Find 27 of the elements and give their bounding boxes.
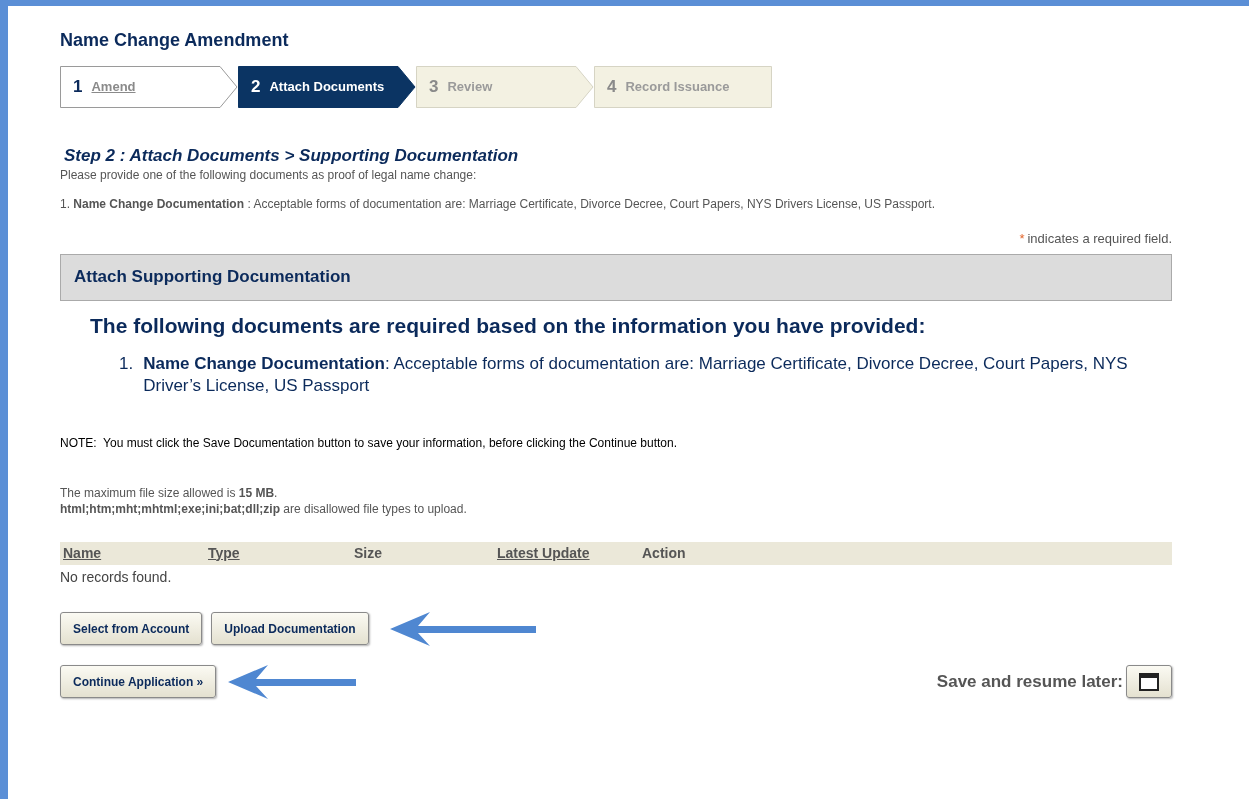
- column-header[interactable]: Latest Update: [497, 544, 590, 561]
- note-text: NOTE: You must click the Save Documentation button to save your information, before clicking the Continue button.: [60, 434, 678, 452]
- step-heading: Step 2 : Attach Documents > Supporting Documentation: [64, 146, 520, 166]
- page-title: Name Change Amendment: [60, 29, 290, 51]
- list-number: 1.: [119, 352, 134, 375]
- disallowed-types-text: html;htm;mht;mhtml;exe;ini;bat;dll;zip are disallowed file types to upload.: [60, 500, 468, 517]
- required-note: indicates a required field.: [1027, 230, 1172, 248]
- continue-button[interactable]: Continue Application »: [60, 665, 217, 698]
- column-header: Action: [642, 544, 686, 561]
- required-heading: The following documents are required based on the information you have provided:: [90, 312, 927, 339]
- step-tab[interactable]: 1 Amend: [60, 66, 238, 108]
- column-header[interactable]: Name: [63, 544, 102, 561]
- required-asterisk: *: [1019, 230, 1025, 248]
- button[interactable]: Select from Account: [60, 612, 203, 645]
- empty-table-text: No records found.: [60, 567, 173, 587]
- save-label: Save and resume later:: [936, 670, 1123, 693]
- intro-text: Please provide one of the following documents as proof of legal name change:: [60, 167, 478, 183]
- step-tab[interactable]: 2 Attach Documents: [238, 66, 416, 108]
- section-header: Attach Supporting Documentation: [60, 253, 1172, 301]
- document-requirement: Name Change Documentation: Acceptable forms of documentation are: Marriage Certificate, Divorce Decree, Court Papers, NYS Driver’s License, US Passport: [143, 352, 1129, 397]
- button[interactable]: Upload Documentation: [211, 612, 369, 645]
- column-header[interactable]: Type: [208, 544, 240, 561]
- column-header: Size: [354, 544, 382, 561]
- max-size-text: The maximum file size allowed is 15 MB.: [60, 484, 279, 501]
- intro-item: 1. Name Change Documentation : Acceptable forms of documentation are: Marriage Certificate, Divorce Decree, Court Papers, NYS Drivers License, US Passport.: [60, 197, 936, 211]
- save-button[interactable]: [1126, 665, 1172, 698]
- window-icon: [1139, 672, 1159, 691]
